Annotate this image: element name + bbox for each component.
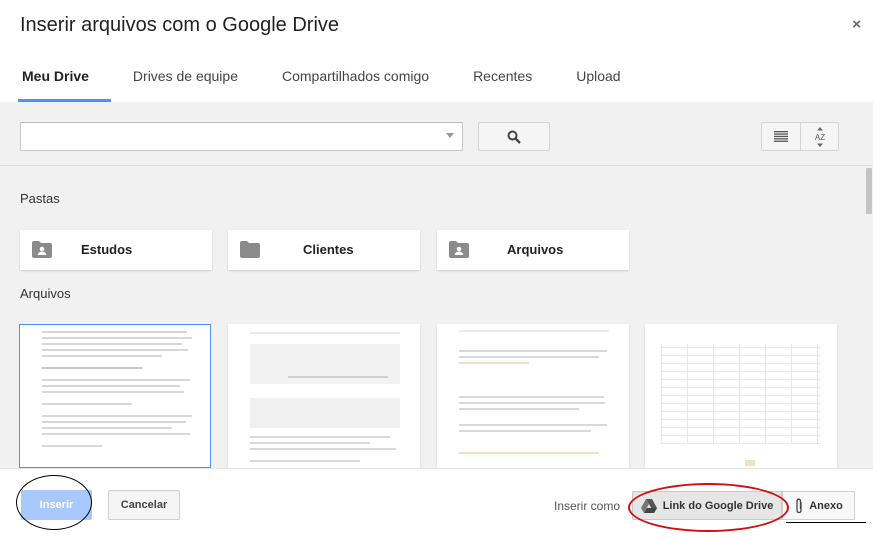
folder-name: Arquivos xyxy=(507,242,564,257)
dropdown-arrow-icon[interactable] xyxy=(446,133,454,138)
folder-name: Estudos xyxy=(81,242,133,257)
file-thumbnail[interactable] xyxy=(645,324,837,468)
paperclip-icon xyxy=(796,498,802,513)
insert-as-label: Inserir como xyxy=(554,499,621,513)
tab-compartilhados-comigo[interactable]: Compartilhados comigo xyxy=(260,60,451,102)
svg-text:AZ: AZ xyxy=(814,133,824,142)
cancel-button[interactable]: Cancelar xyxy=(108,490,180,520)
tab-recentes[interactable]: Recentes xyxy=(451,60,554,102)
list-view-icon xyxy=(774,131,788,142)
scrollbar-thumb[interactable] xyxy=(866,168,872,214)
dialog-footer: Inserir Cancelar Inserir como Link do Go… xyxy=(0,468,873,538)
search-input[interactable] xyxy=(20,122,463,151)
folder-item[interactable]: Clientes xyxy=(228,230,420,270)
drive-link-button[interactable]: Link do Google Drive xyxy=(632,491,782,520)
files-section-label: Arquivos xyxy=(20,286,71,301)
tab-upload[interactable]: Upload xyxy=(554,60,642,102)
file-browser: AZ Pastas Estudos Clientes Arquivos Arqu… xyxy=(0,102,873,468)
folder-item[interactable]: Estudos xyxy=(20,230,212,270)
shared-folder-icon xyxy=(32,241,52,258)
dialog-title: Inserir arquivos com o Google Drive xyxy=(20,14,340,36)
search-icon xyxy=(507,130,521,144)
folder-item[interactable]: Arquivos xyxy=(437,230,629,270)
sort-az-icon: AZ xyxy=(814,126,825,147)
search-button[interactable] xyxy=(478,122,550,151)
folder-name: Clientes xyxy=(303,242,354,257)
google-drive-icon xyxy=(640,498,657,513)
list-view-button[interactable] xyxy=(761,122,801,151)
scrollbar[interactable] xyxy=(865,166,873,468)
close-icon[interactable]: × xyxy=(852,16,861,33)
annotation-underline xyxy=(786,522,866,523)
file-thumbnail[interactable] xyxy=(437,324,629,468)
tab-drives-de-equipe[interactable]: Drives de equipe xyxy=(111,60,260,102)
toolbar: AZ xyxy=(0,102,873,166)
shared-folder-icon xyxy=(449,241,469,258)
folders-section-label: Pastas xyxy=(20,191,60,206)
attachment-button[interactable]: Anexo xyxy=(782,491,855,520)
file-thumbnail[interactable] xyxy=(228,324,420,468)
insert-button[interactable]: Inserir xyxy=(21,490,92,520)
file-thumbnail[interactable] xyxy=(19,324,211,468)
folder-icon xyxy=(240,241,260,258)
sort-button[interactable]: AZ xyxy=(800,122,839,151)
tab-bar: Meu Drive Drives de equipe Compartilhado… xyxy=(0,60,643,102)
dialog-header: Inserir arquivos com o Google Drive × Me… xyxy=(0,0,873,102)
drive-link-label: Link do Google Drive xyxy=(662,499,774,512)
attachment-label: Anexo xyxy=(809,499,843,512)
tab-meu-drive[interactable]: Meu Drive xyxy=(0,60,111,102)
